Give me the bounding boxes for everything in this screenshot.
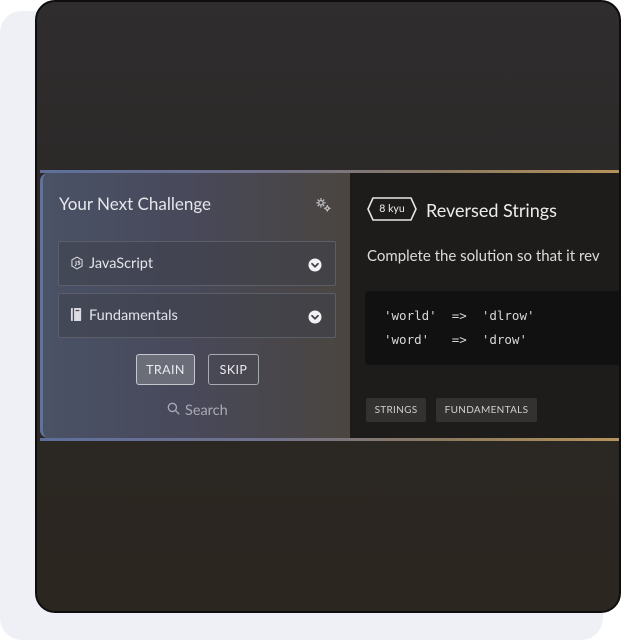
kata-title[interactable]: Reversed Strings [426, 199, 557, 221]
chevron-down-icon [308, 309, 322, 324]
chevron-down-icon [308, 257, 322, 272]
panel-title: Your Next Challenge [59, 193, 211, 214]
js-icon [70, 255, 84, 271]
code-example: 'world' => 'dlrow' 'word' => 'drow' [365, 291, 619, 365]
language-select-value: JavaScript [89, 255, 154, 272]
challenge-widget: Your Next Challenge JavaScript Fundament… [40, 170, 619, 441]
search-label: Search [185, 402, 228, 419]
search-link[interactable]: Search [167, 402, 228, 419]
kata-preview-panel: 8 kyu Reversed Strings Complete the solu… [350, 173, 619, 438]
search-icon [167, 402, 180, 419]
code-line: 'word' => 'drow' [384, 332, 527, 347]
tag-chip-fundamentals[interactable]: FUNDAMENTALS [436, 398, 537, 422]
language-select[interactable]: JavaScript [58, 241, 336, 286]
book-icon [70, 307, 84, 323]
app-screen: Your Next Challenge JavaScript Fundament… [35, 0, 621, 613]
next-challenge-panel: Your Next Challenge JavaScript Fundament… [40, 173, 350, 438]
code-line: 'world' => 'dlrow' [384, 308, 535, 323]
rank-badge: 8 kyu [367, 197, 417, 221]
skip-button[interactable]: SKIP [208, 354, 259, 385]
widget-bottom-border [40, 438, 619, 441]
train-button[interactable]: TRAIN [136, 354, 195, 385]
tag-chip-strings[interactable]: STRINGS [366, 398, 426, 422]
focus-select[interactable]: Fundamentals [58, 293, 336, 338]
screenshot-stage: Your Next Challenge JavaScript Fundament… [0, 0, 622, 643]
cogs-icon[interactable] [315, 196, 332, 213]
focus-select-value: Fundamentals [89, 307, 178, 324]
kata-description: Complete the solution so that it rev [367, 247, 600, 265]
rank-label: 8 kyu [379, 203, 405, 215]
